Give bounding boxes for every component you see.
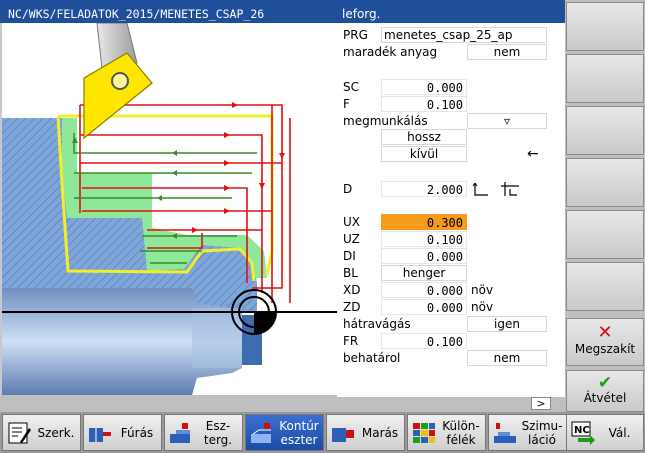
vsoftkey-3[interactable] (566, 106, 644, 155)
uz-input[interactable]: 0.100 (381, 231, 467, 247)
eszterg-button[interactable]: Esz-terg. (164, 414, 243, 451)
megmunkalas-label: megmunkálás (343, 114, 428, 128)
xd-label: XD (343, 283, 361, 297)
kontur-label-2: eszter (280, 432, 318, 447)
title-bar: NC/WKS/FELADATOK_2015/MENETES_CSAP_26 le… (0, 6, 565, 23)
xd-unit: növ (471, 283, 494, 297)
atvetel-label: Átvétel (583, 391, 627, 405)
maras-label: Marás (361, 425, 399, 440)
kivul-select[interactable]: kívül (381, 146, 467, 162)
megszakit-button[interactable]: ✕ Megszakít (566, 318, 644, 366)
vsoftkey-4[interactable] (566, 158, 644, 207)
kulonfelek-label-1: Külön- (442, 418, 480, 433)
fr-label: FR (343, 334, 359, 348)
zd-unit: növ (471, 300, 494, 314)
sc-input[interactable]: 0.000 (381, 79, 467, 95)
furas-button[interactable]: Fúrás (83, 414, 162, 451)
behatarol-select[interactable]: nem (467, 350, 547, 366)
di-label: DI (343, 249, 356, 263)
ux-label: UX (343, 215, 361, 229)
parameter-panel: PRG menetes_csap_25_ap maradék anyag nem… (337, 23, 565, 397)
contour-turning-icon (249, 420, 275, 446)
drilling-icon (87, 420, 113, 446)
zd-label: ZD (343, 300, 361, 314)
megszakit-label: Megszakít (574, 342, 636, 356)
checkmark-icon: ✔ (597, 373, 613, 393)
zd-input[interactable]: 0.000 (381, 299, 467, 315)
vsoftkey-2[interactable] (566, 54, 644, 103)
szerk-label: Szerk. (37, 425, 75, 440)
vsoftkey-1[interactable] (566, 2, 644, 51)
szimulacio-label-2: láció (528, 432, 556, 447)
megmunkalas-select[interactable]: ▿ (467, 113, 547, 129)
furas-label: Fúrás (120, 425, 154, 440)
help-graphic (2, 23, 339, 395)
szimulacio-button[interactable]: Szimu-láció (488, 414, 567, 451)
edit-icon (6, 420, 32, 446)
di-input[interactable]: 0.000 (381, 248, 467, 264)
hatravagas-select[interactable]: igen (467, 316, 547, 332)
d-input[interactable]: 2.000 (381, 181, 467, 197)
sc-label: SC (343, 80, 359, 94)
svg-text:NC: NC (574, 425, 590, 436)
kontur-button[interactable]: Kontúr eszter (245, 414, 324, 451)
simulation-icon (492, 420, 518, 446)
kulonfelek-button[interactable]: Külön-félék (407, 414, 486, 451)
ux-input[interactable]: 0.300 (381, 214, 467, 230)
maras-button[interactable]: Marás (326, 414, 405, 451)
maradek-select[interactable]: nem (467, 44, 547, 60)
hatravagas-label: hátravágás (343, 317, 411, 331)
bl-label: BL (343, 266, 358, 280)
valaszt-button[interactable]: NC Vál. (566, 414, 644, 451)
corner-icon (501, 182, 519, 196)
eszterg-label-1: Esz- (205, 418, 231, 433)
milling-icon (330, 420, 356, 446)
vsoftkey-6[interactable] (566, 262, 644, 311)
direction-arrow-icon: ← (527, 146, 539, 162)
retract-icon (472, 182, 488, 196)
cancel-x-icon: ✕ (597, 322, 613, 343)
program-path: NC/WKS/FELADATOK_2015/MENETES_CSAP_26 (8, 7, 265, 21)
szerk-button[interactable]: Szerk. (2, 414, 81, 451)
atvetel-button[interactable]: ✔ Átvétel (566, 370, 644, 412)
bl-select[interactable]: henger (381, 265, 467, 281)
uz-label: UZ (343, 232, 360, 246)
valaszt-label: Vál. (608, 425, 631, 440)
behatarol-label: behatárol (343, 351, 401, 365)
nc-select-icon: NC (570, 420, 596, 446)
maradek-label: maradék anyag (343, 45, 438, 59)
vsoftkey-5[interactable] (566, 210, 644, 259)
kontur-label-1: Kontúr (279, 418, 319, 433)
hossz-select[interactable]: hossz (381, 129, 467, 145)
prg-label: PRG (343, 28, 368, 42)
cutting-insert (83, 52, 153, 140)
xd-input[interactable]: 0.000 (381, 282, 467, 298)
f-input[interactable]: 0.100 (381, 96, 467, 112)
more-button[interactable]: > (531, 397, 551, 410)
prg-input[interactable]: menetes_csap_25_ap (381, 27, 547, 43)
cycle-mode: leforg. (342, 7, 381, 21)
d-label: D (343, 182, 353, 196)
turning-icon (168, 420, 194, 446)
kulonfelek-label-2: félék (446, 432, 476, 447)
f-label: F (343, 97, 350, 111)
szimulacio-label-1: Szimu- (521, 418, 563, 433)
eszterg-label-2: terg. (203, 432, 233, 447)
cycle-graphic (0, 23, 339, 395)
misc-grid-icon (411, 420, 437, 446)
fr-input[interactable]: 0.100 (381, 333, 467, 349)
